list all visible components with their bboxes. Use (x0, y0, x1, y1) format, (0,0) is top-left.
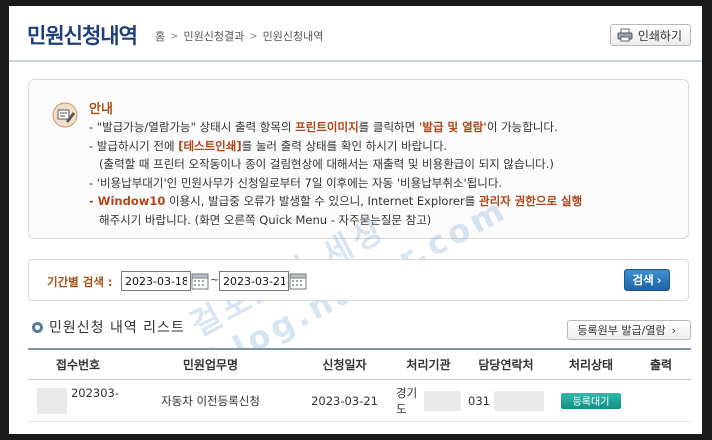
notice-line-4: - '비용납부대기'인 민원사무가 신청일로부터 7일 이후에는 자동 '비용납… (89, 175, 503, 190)
column-header: 처리상태 (568, 358, 614, 372)
redacted-block (36, 387, 67, 414)
search-button[interactable]: 검색 › (624, 269, 670, 291)
chevron-right-icon: › (671, 323, 676, 337)
breadcrumb-home[interactable]: 홈 (155, 28, 165, 44)
request-table: 접수번호 민원업무명 신청일자 처리기관 담당연락처 처리상태 출력 20230… (28, 348, 691, 422)
printer-icon (617, 28, 633, 42)
agency-cell: 경기도 (396, 380, 461, 421)
chevron-right-icon: > (170, 30, 179, 42)
notice-line-5-text: 이용시, 발급중 오류가 발생할 수 있으니, Internet Explore… (165, 194, 479, 208)
notice-line-1-highlight: '발급 및 열람' (418, 120, 487, 134)
start-date-input[interactable] (121, 271, 191, 291)
page-title: 민원신청내역 (27, 24, 138, 48)
status-cell: 등록대기 (551, 380, 631, 421)
notice-line-3: (출력할 때 프린터 오작동이나 종이 걸림현상에 대해서는 재출력 및 비용환… (99, 157, 554, 171)
contact-number: 031 (468, 393, 490, 408)
notice-box: 안내 - "발급가능/열람가능" 상태시 출력 항목의 프린트이미지를 클릭하면… (28, 79, 689, 239)
notice-line-1-text: 를 클릭하면 (358, 120, 419, 134)
agency-name: 경기도 (396, 385, 418, 416)
notice-text: - "발급가능/열람가능" 상태시 출력 항목의 프린트이미지를 클릭하면 '발… (89, 118, 684, 229)
redacted-block (423, 390, 461, 411)
notice-line-1-highlight: 프린트이미지 (295, 120, 359, 134)
page-frame: 민원신청내역 홈 > 민원신청결과 > 민원신청내역 인쇄하기 안내 - "발급… (9, 6, 702, 434)
print-button[interactable]: 인쇄하기 (609, 24, 691, 46)
column-header: 접수번호 (55, 358, 101, 372)
notice-line-2-highlight: [테스트인쇄] (178, 138, 242, 153)
breadcrumb-current: 민원신청내역 (262, 30, 324, 43)
notice-line-5-highlight: 관리자 권한으로 실행 (478, 194, 583, 208)
column-header: 민원업무명 (182, 358, 239, 372)
breadcrumb: 홈 > 민원신청결과 > 민원신청내역 (155, 28, 323, 44)
notice-line-1: - "발급가능/열람가능" 상태시 출력 항목의 프린트이미지를 클릭하면 '발… (89, 118, 684, 137)
column-header: 신청일자 (322, 358, 367, 372)
date-cell: 2023-03-21 (311, 393, 378, 408)
status-button[interactable]: 등록대기 (560, 392, 622, 409)
search-button-label: 검색 (632, 273, 654, 287)
search-label: 기간별 검색 : (47, 275, 113, 289)
notice-line-1-text: 이 가능합니다. (486, 120, 558, 134)
column-header: 담당연락처 (478, 358, 534, 372)
notice-line-5: - Window10 이용시, 발급중 오류가 발생할 수 있으니, Inter… (89, 192, 684, 211)
task-name-cell: 자동차 이전등록신청 (161, 393, 260, 408)
circle-bullet-icon (32, 321, 43, 333)
list-title: 민원신청 내역 리스트 (32, 317, 185, 337)
notice-line-5-highlight: - Window10 (89, 194, 166, 208)
pencil-note-icon (52, 102, 78, 128)
page-header: 민원신청내역 홈 > 민원신청결과 > 민원신청내역 인쇄하기 (9, 6, 702, 62)
notice-title: 안내 (89, 102, 113, 117)
register-issue-button-label: 등록원부 발급/열람 (577, 324, 666, 337)
output-cell (631, 380, 691, 421)
notice-line-2: - 발급하시기 전에 [테스트인쇄]를 눌러 출력 상태를 확인 하시기 바랍니… (89, 137, 684, 156)
breadcrumb-result[interactable]: 민원신청결과 (184, 28, 245, 44)
column-header: 출력 (649, 358, 673, 372)
calendar-icon[interactable] (191, 272, 209, 290)
register-issue-button[interactable]: 등록원부 발급/열람 › (567, 320, 691, 340)
column-header: 처리기관 (406, 358, 451, 372)
table-header: 접수번호 민원업무명 신청일자 처리기관 담당연락처 처리상태 출력 (28, 350, 691, 380)
search-box: 기간별 검색 : ~ 검색 › (28, 259, 689, 301)
table-row: 202303- 자동차 이전등록신청 2023-03-21 경기도 031 등록… (28, 380, 691, 422)
notice-line-2-text: - 발급하시기 전에 (89, 138, 179, 153)
list-title-text: 민원신청 내역 리스트 (49, 320, 185, 336)
redacted-block (493, 390, 544, 411)
notice-line-6: 해주시기 바랍니다. (화면 오른쪽 Quick Menu - 자주묻는질문 참… (99, 212, 432, 227)
receipt-number-cell: 202303- (28, 380, 128, 421)
calendar-icon[interactable] (289, 272, 307, 290)
chevron-right-icon: > (249, 30, 258, 42)
contact-cell: 031 (461, 380, 551, 421)
notice-line-1-text: - "발급가능/열람가능" 상태시 출력 항목의 (89, 120, 296, 134)
end-date-input[interactable] (219, 271, 289, 291)
chevron-right-icon: › (656, 273, 662, 287)
receipt-number[interactable]: 202303- (71, 386, 119, 400)
notice-line-2-text: 를 눌러 출력 상태를 확인 하시기 바랍니다. (241, 138, 448, 153)
date-range-separator: ~ (210, 273, 220, 286)
print-button-label: 인쇄하기 (637, 28, 682, 43)
